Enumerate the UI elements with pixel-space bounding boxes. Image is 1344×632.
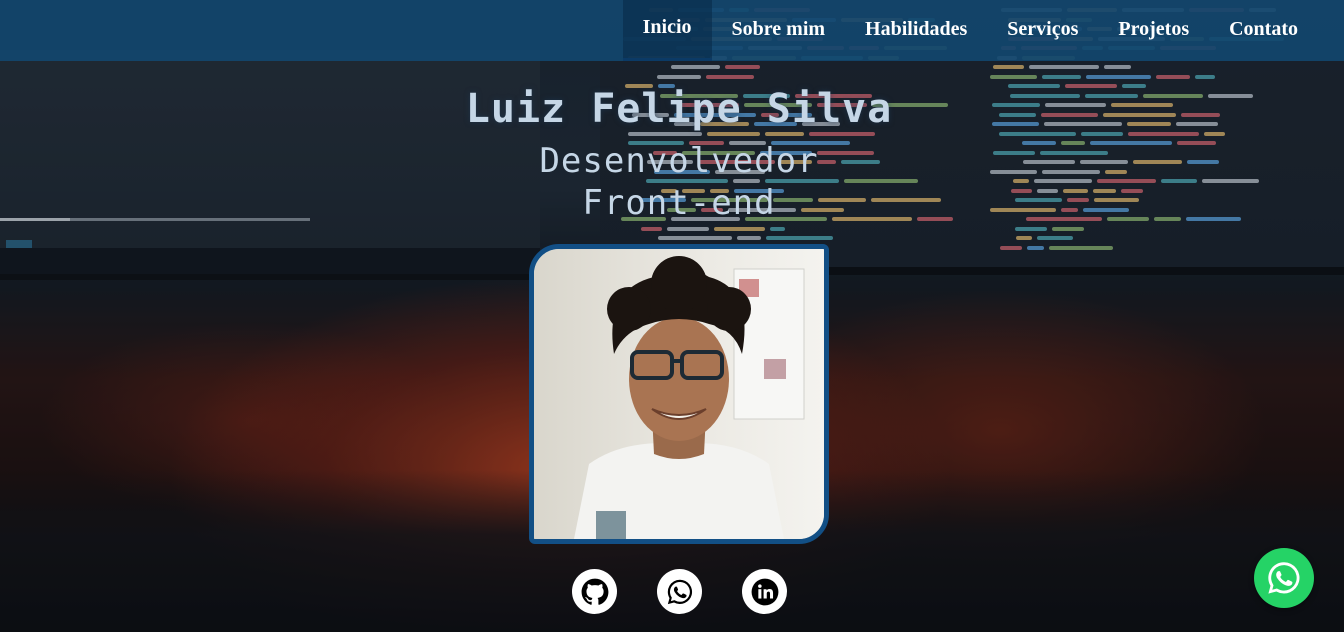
navbar: Inicio Sobre mim Habilidades Serviços Pr…	[0, 0, 1344, 61]
whatsapp-icon	[667, 579, 692, 604]
hero-role: Desenvolvedor Front-end	[0, 140, 1344, 224]
nav-item-sobre-mim[interactable]: Sobre mim	[712, 0, 846, 61]
whatsapp-icon	[1268, 562, 1300, 594]
linkedin-icon	[751, 578, 778, 605]
github-link[interactable]	[572, 569, 617, 614]
profile-photo	[529, 244, 829, 544]
nav-links: Inicio Sobre mim Habilidades Serviços Pr…	[622, 0, 1318, 61]
hero-name: Luiz Felipe Silva	[465, 86, 893, 132]
whatsapp-link[interactable]	[657, 569, 702, 614]
nav-item-contato[interactable]: Contato	[1209, 0, 1318, 61]
nav-item-inicio[interactable]: Inicio	[622, 0, 712, 61]
profile-photo-illustration	[534, 249, 824, 539]
whatsapp-float-button[interactable]	[1254, 548, 1314, 608]
hero-role-line2: Front-end	[582, 183, 776, 223]
linkedin-link[interactable]	[742, 569, 787, 614]
github-icon	[581, 578, 608, 605]
social-links	[572, 569, 787, 614]
hero-role-line1: Desenvolvedor	[539, 141, 819, 181]
nav-item-habilidades[interactable]: Habilidades	[845, 0, 987, 61]
nav-item-projetos[interactable]: Projetos	[1098, 0, 1209, 61]
nav-item-servicos[interactable]: Serviços	[987, 0, 1098, 61]
